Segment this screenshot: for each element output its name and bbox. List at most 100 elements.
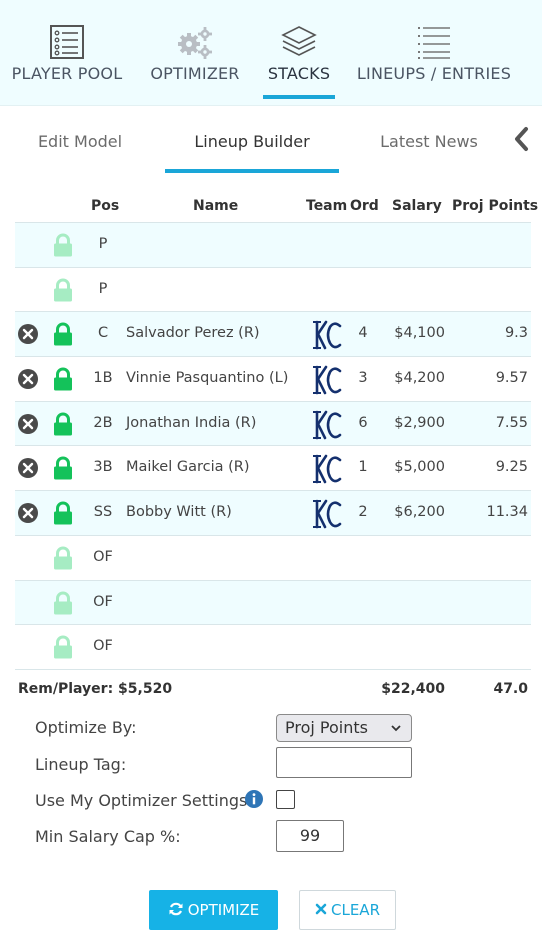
tab-latest-news[interactable]: Latest News (374, 107, 484, 173)
header-proj-points: Proj Points (452, 198, 539, 214)
table-row: OF (15, 580, 531, 626)
header-ord: Ord (350, 198, 379, 214)
refresh-icon (169, 902, 183, 916)
lock-icon[interactable] (52, 591, 74, 615)
player-proj-points: 9.57 (495, 370, 528, 387)
remove-player-icon[interactable] (17, 457, 39, 479)
batting-order: 4 (358, 325, 368, 342)
nav-player-pool[interactable]: PLAYER POOL (6, 0, 128, 106)
table-row: SS Bobby Witt (R) 2 $6,200 11.34 (15, 491, 531, 536)
table-row: OF (15, 625, 531, 670)
table-row: 1B Vinnie Pasquantino (L) 3 $4,200 9.57 (15, 357, 531, 402)
player-position: 3B (93, 459, 113, 476)
min-salary-cap-input[interactable]: 99 (276, 820, 344, 852)
lineup-table: Pos Name Team Ord Salary Proj Points P P C… (15, 186, 538, 707)
total-proj-points: 47.0 (493, 680, 528, 697)
player-position: C (97, 325, 109, 342)
sub-tabs: Edit Model Lineup Builder Latest News (0, 107, 542, 173)
lock-icon[interactable] (52, 233, 74, 257)
player-name[interactable]: Bobby Witt (R) (126, 504, 232, 520)
info-icon[interactable] (244, 789, 264, 809)
optimize-by-value: Proj Points (285, 718, 368, 737)
lineup-tag-input[interactable] (276, 747, 412, 778)
totals-row: Rem/Player: $5,520 $22,400 47.0 (15, 670, 531, 707)
header-name: Name (193, 198, 239, 214)
player-salary: $4,100 (394, 325, 445, 342)
player-position: SS (93, 504, 113, 521)
layers-icon (281, 26, 317, 56)
player-position: OF (93, 548, 113, 565)
lock-icon[interactable] (52, 412, 74, 436)
list-lines-icon (418, 27, 450, 59)
use-optimizer-settings-checkbox[interactable] (276, 790, 295, 809)
clear-button-label: CLEAR (331, 901, 380, 919)
total-salary: $22,400 (381, 680, 445, 697)
kc-team-logo-icon (309, 363, 343, 397)
table-header: Pos Name Team Ord Salary Proj Points (15, 186, 538, 223)
remove-player-icon[interactable] (17, 323, 39, 345)
top-nav: PLAYER POOL OPTIMIZER STACKS LINEUPS / E… (0, 0, 542, 106)
kc-team-logo-icon (309, 318, 343, 352)
header-team: Team (306, 198, 348, 214)
gears-icon (178, 27, 212, 59)
player-position: 2B (93, 414, 113, 431)
lock-icon[interactable] (52, 546, 74, 570)
kc-team-logo-icon (309, 452, 343, 486)
remove-player-icon[interactable] (17, 413, 39, 435)
player-name[interactable]: Maikel Garcia (R) (126, 459, 250, 475)
table-row: P (15, 268, 531, 313)
batting-order: 3 (358, 370, 368, 387)
min-salary-cap-label: Min Salary Cap %: (35, 827, 181, 846)
optimize-button[interactable]: OPTIMIZE (149, 890, 278, 930)
nav-lineups-entries[interactable]: LINEUPS / ENTRIES (355, 0, 513, 106)
optimize-button-label: OPTIMIZE (187, 901, 260, 919)
table-row: C Salvador Perez (R) 4 $4,100 9.3 (15, 312, 531, 358)
lineup-tag-label: Lineup Tag: (35, 755, 127, 774)
remove-player-icon[interactable] (17, 502, 39, 524)
chevron-down-icon (391, 725, 401, 732)
table-row: OF (15, 536, 531, 581)
header-salary: Salary (392, 198, 442, 214)
nav-stacks[interactable]: STACKS (263, 0, 335, 106)
player-position: P (98, 236, 108, 252)
player-salary: $6,200 (394, 504, 445, 521)
player-proj-points: 11.34 (486, 504, 528, 521)
batting-order: 1 (358, 459, 368, 476)
clear-button[interactable]: CLEAR (299, 890, 396, 930)
nav-label: PLAYER POOL (11, 64, 123, 83)
player-position: OF (93, 593, 113, 610)
use-optimizer-settings-label: Use My Optimizer Settings (35, 791, 248, 810)
close-icon (315, 903, 327, 915)
nav-label: STACKS (267, 64, 331, 83)
table-row: 2B Jonathan India (R) 6 $2,900 7.55 (15, 401, 531, 447)
nav-optimizer[interactable]: OPTIMIZER (144, 0, 246, 106)
header-pos: Pos (91, 198, 120, 214)
tab-edit-model[interactable]: Edit Model (30, 107, 130, 173)
active-tab-indicator (263, 95, 335, 99)
optimize-by-label: Optimize By: (35, 718, 137, 737)
batting-order: 2 (358, 504, 368, 521)
remaining-per-player: Rem/Player: $5,520 (18, 680, 173, 697)
lock-icon[interactable] (52, 501, 74, 525)
lock-icon[interactable] (52, 367, 74, 391)
nav-label: OPTIMIZER (150, 64, 240, 83)
player-position: OF (93, 638, 113, 655)
player-name[interactable]: Jonathan India (R) (126, 415, 256, 431)
lock-icon[interactable] (52, 456, 74, 480)
player-name[interactable]: Salvador Perez (R) (126, 325, 260, 341)
lock-icon[interactable] (52, 322, 74, 346)
player-position: P (98, 280, 108, 297)
tab-lineup-builder[interactable]: Lineup Builder (165, 107, 339, 173)
kc-team-logo-icon (309, 497, 343, 531)
lock-icon[interactable] (52, 635, 74, 659)
player-name[interactable]: Vinnie Pasquantino (L) (126, 370, 288, 386)
player-proj-points: 7.55 (495, 414, 528, 431)
lock-icon[interactable] (52, 278, 74, 302)
nav-label: LINEUPS / ENTRIES (356, 64, 512, 83)
player-salary: $4,200 (394, 370, 445, 387)
optimize-by-select[interactable]: Proj Points (276, 714, 412, 742)
remove-player-icon[interactable] (17, 368, 39, 390)
table-row: P (15, 223, 531, 268)
player-proj-points: 9.25 (495, 459, 528, 476)
chevron-left-icon[interactable] (510, 124, 532, 154)
